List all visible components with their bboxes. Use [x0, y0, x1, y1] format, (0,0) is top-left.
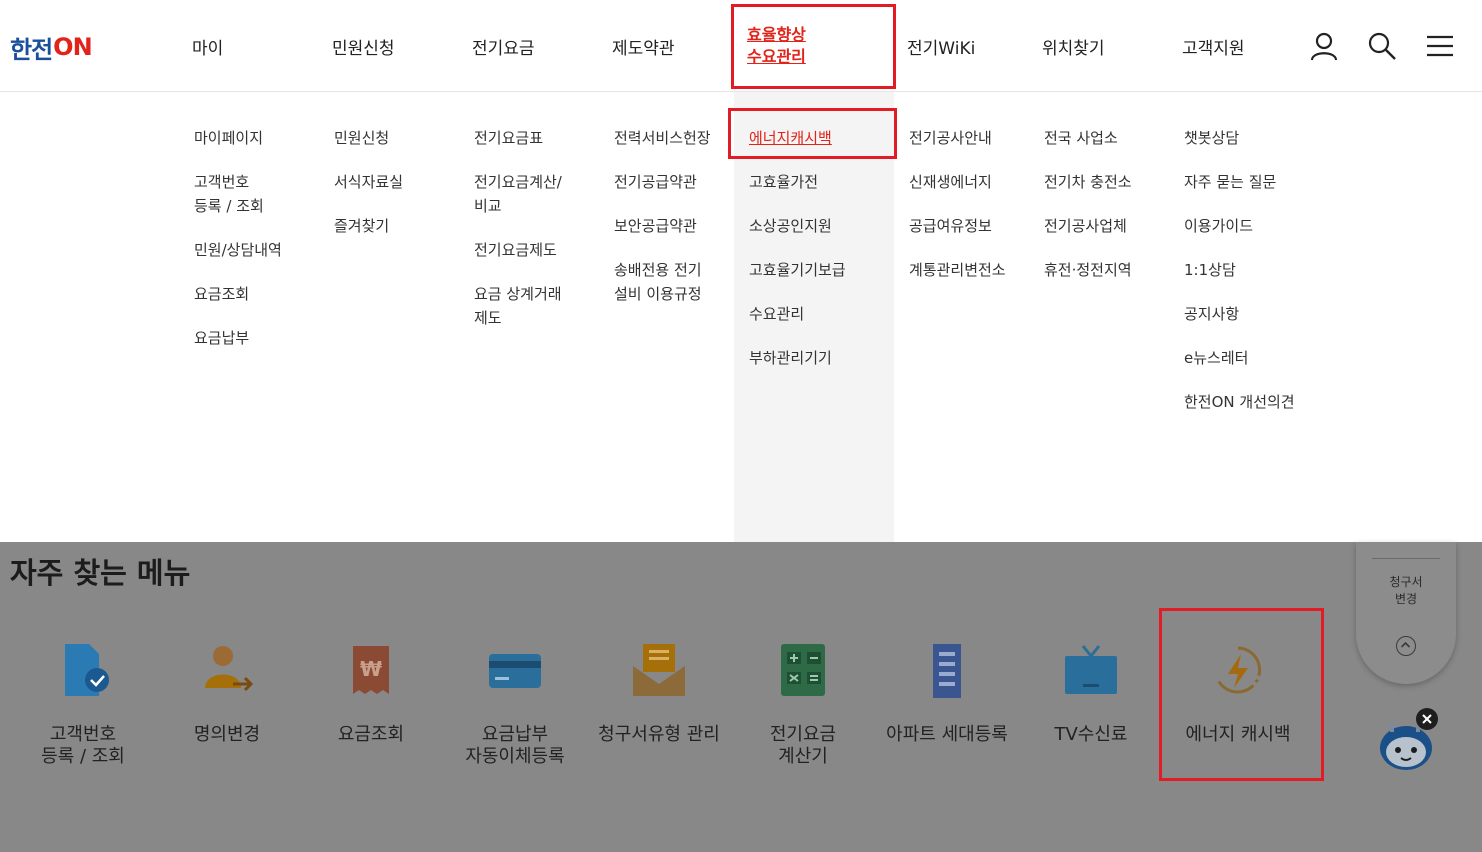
scroll-top-icon[interactable]: [1396, 636, 1416, 656]
menu-column-location: 전국 사업소 전기차 충전소 전기공사업체 휴전·정전지역: [1044, 126, 1132, 302]
menu-link[interactable]: 1:1상담: [1184, 258, 1295, 282]
menu-column-wiki: 전기공사안내 신재생에너지 공급여유정보 계통관리변전소: [909, 126, 1006, 302]
quick-menu-label: 요금조회: [337, 724, 405, 745]
menu-column-civil: 민원신청 서식자료실 즐겨찾기: [334, 126, 403, 258]
menu-link[interactable]: 마이페이지: [194, 126, 282, 150]
logo-text-kepco: 한전: [10, 35, 53, 64]
quick-menu-label: 청구서유형 관리: [598, 724, 720, 745]
section-title: 자주 찾는 메뉴: [10, 556, 191, 590]
calculator-icon: [773, 640, 833, 700]
user-transfer-icon: [197, 640, 257, 700]
menu-link[interactable]: 소상공인지원: [749, 214, 846, 238]
menu-link[interactable]: 수요관리: [749, 302, 846, 326]
menu-column-terms: 전력서비스헌장 전기공급약관 보안공급약관 송배전용 전기 설비 이용규정: [614, 126, 711, 326]
document-check-icon: [53, 640, 113, 700]
credit-card-icon: [485, 640, 545, 700]
quick-menu-label: TV수신료: [1054, 724, 1128, 745]
chatbot-close-icon[interactable]: [1416, 708, 1438, 730]
menu-link[interactable]: e뉴스레터: [1184, 346, 1295, 370]
kepco-on-logo[interactable]: 한전 ON: [10, 32, 93, 64]
menu-link[interactable]: 챗봇상담: [1184, 126, 1295, 150]
menu-link[interactable]: 민원/상담내역: [194, 238, 282, 262]
menu-link[interactable]: 전력서비스헌장: [614, 126, 711, 150]
menu-link[interactable]: 한전ON 개선의견: [1184, 390, 1295, 414]
user-icon[interactable]: [1308, 30, 1340, 62]
menu-link[interactable]: 휴전·정전지역: [1044, 258, 1132, 282]
widget-divider: [1372, 558, 1440, 559]
menu-link[interactable]: 전기공사업체: [1044, 214, 1132, 238]
menu-link[interactable]: 부하관리기기: [749, 346, 846, 370]
bill-change-label: 청구서 변경: [1389, 575, 1423, 606]
chatbot-robot-icon[interactable]: [1376, 708, 1438, 774]
quick-menu-apartment[interactable]: 아파트 세대등록: [872, 640, 1022, 746]
quick-menu-label: 고객번호 등록 / 조회: [41, 724, 125, 767]
menu-link[interactable]: 보안공급약관: [614, 214, 711, 238]
quick-menu-tv-fee[interactable]: TV수신료: [1016, 640, 1166, 746]
apartment-icon: [917, 640, 977, 700]
menu-link[interactable]: 신재생에너지: [909, 170, 1006, 194]
menu-column-efficiency: 에너지캐시백 고효율가전 소상공인지원 고효율기기보급 수요관리 부하관리기기: [749, 126, 846, 390]
logo-text-on: ON: [53, 33, 92, 61]
quick-menu-label: 요금납부 자동이체등록: [465, 724, 565, 767]
nav-my[interactable]: 마이: [192, 34, 223, 59]
nav-location[interactable]: 위치찾기: [1042, 34, 1105, 59]
menu-link-energy-cashback[interactable]: 에너지캐시백: [749, 126, 846, 150]
menu-column-bill: 전기요금표 전기요금계산/ 비교 전기요금제도 요금 상계거래 제도: [474, 126, 562, 350]
menu-link[interactable]: 요금조회: [194, 282, 282, 306]
nav-electric-bill[interactable]: 전기요금: [472, 34, 535, 59]
svg-text:₩: ₩: [360, 657, 382, 681]
menu-link[interactable]: 고효율가전: [749, 170, 846, 194]
menu-link[interactable]: 전기요금계산/ 비교: [474, 170, 562, 218]
menu-column-support: 챗봇상담 자주 묻는 질문 이용가이드 1:1상담 공지사항 e뉴스레터 한전O…: [1184, 126, 1295, 434]
menu-link[interactable]: 이용가이드: [1184, 214, 1295, 238]
menu-link[interactable]: 즐겨찾기: [334, 214, 403, 238]
menu-link[interactable]: 공급여유정보: [909, 214, 1006, 238]
menu-link[interactable]: 전기요금표: [474, 126, 562, 150]
quick-menu-customer-number[interactable]: 고객번호 등록 / 조회: [8, 640, 158, 768]
menu-link[interactable]: 계통관리변전소: [909, 258, 1006, 282]
nav-electric-wiki[interactable]: 전기WiKi: [907, 34, 975, 59]
quick-menu-bill-inquiry[interactable]: ₩ 요금조회: [296, 640, 446, 746]
quick-menu-bill-type[interactable]: 청구서유형 관리: [584, 640, 734, 746]
menu-link[interactable]: 전기차 충전소: [1044, 170, 1132, 194]
menu-link[interactable]: 공지사항: [1184, 302, 1295, 326]
menu-link[interactable]: 전기공사안내: [909, 126, 1006, 150]
envelope-bill-icon: [629, 640, 689, 700]
hamburger-menu-icon[interactable]: [1424, 30, 1456, 62]
menu-link[interactable]: 송배전용 전기 설비 이용규정: [614, 258, 711, 306]
menu-link[interactable]: 요금납부: [194, 326, 282, 350]
quick-menu-label: 에너지 캐시백: [1185, 724, 1291, 745]
nav-efficiency-demand[interactable]: 효율향상 수요관리: [747, 24, 806, 68]
tv-icon: [1061, 640, 1121, 700]
quick-menu-label: 명의변경: [193, 724, 261, 745]
menu-column-my: 마이페이지 고객번호 등록 / 조회 민원/상담내역 요금조회 요금납부: [194, 126, 282, 370]
menu-link[interactable]: 서식자료실: [334, 170, 403, 194]
menu-link[interactable]: 요금 상계거래 제도: [474, 282, 562, 330]
nav-terms[interactable]: 제도약관: [612, 34, 675, 59]
menu-link[interactable]: 전기요금제도: [474, 238, 562, 262]
quick-menu-label: 아파트 세대등록: [886, 724, 1008, 745]
menu-link[interactable]: 전기공급약관: [614, 170, 711, 194]
nav-civil-request[interactable]: 민원신청: [332, 34, 395, 59]
menu-link[interactable]: 전국 사업소: [1044, 126, 1132, 150]
quick-menu-energy-cashback[interactable]: 에너지 캐시백: [1163, 640, 1313, 746]
quick-menu-name-change[interactable]: 명의변경: [152, 640, 302, 746]
site-header: 한전 ON 마이 민원신청 전기요금 제도약관 효율향상 수요관리 전기WiKi…: [0, 0, 1482, 92]
energy-cashback-icon: [1208, 640, 1268, 700]
menu-link[interactable]: 자주 묻는 질문: [1184, 170, 1295, 194]
search-icon[interactable]: [1366, 30, 1398, 62]
menu-link[interactable]: 고객번호 등록 / 조회: [194, 170, 282, 218]
nav-customer-support[interactable]: 고객지원: [1182, 34, 1245, 59]
quick-menu-auto-payment[interactable]: 요금납부 자동이체등록: [440, 640, 590, 768]
menu-link[interactable]: 민원신청: [334, 126, 403, 150]
bill-change-widget[interactable]: 청구서 변경: [1356, 542, 1456, 684]
quick-menu-label: 전기요금 계산기: [769, 724, 837, 767]
won-receipt-icon: ₩: [341, 640, 401, 700]
quick-menu-bill-calculator[interactable]: 전기요금 계산기: [728, 640, 878, 768]
menu-link[interactable]: 고효율기기보급: [749, 258, 846, 282]
